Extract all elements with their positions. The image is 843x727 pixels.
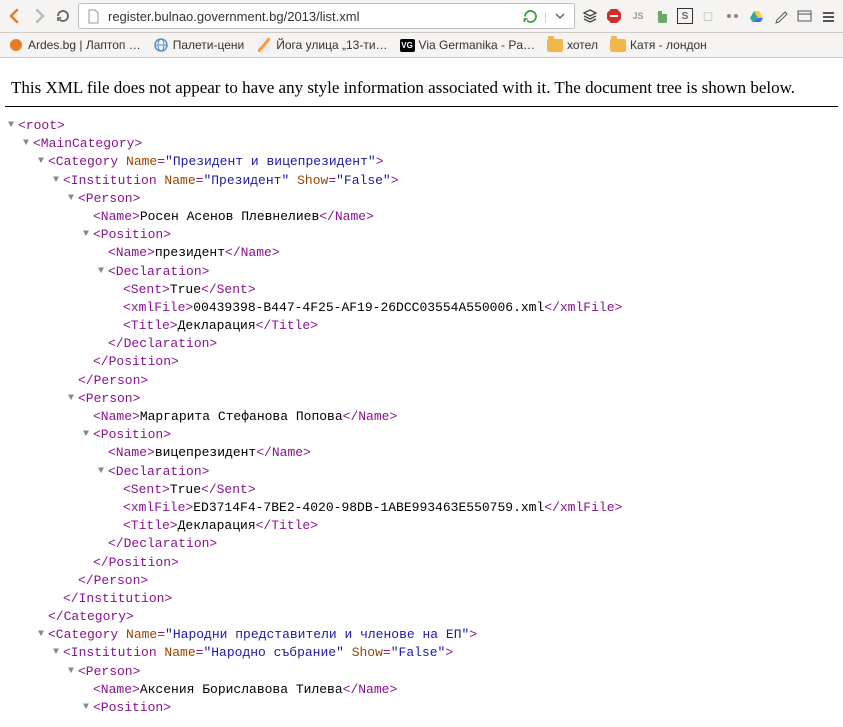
twisty-icon[interactable]: ▼ [23, 135, 33, 153]
xml-tag: <Person> [78, 390, 140, 408]
xml-tag: </Position> [93, 554, 179, 572]
forward-button[interactable] [30, 7, 48, 25]
page-icon [85, 8, 101, 24]
url-input[interactable] [106, 8, 518, 25]
ext-stack-icon[interactable] [581, 7, 599, 25]
ext-disabled-icon[interactable]: ◻ [699, 7, 717, 25]
address-bar[interactable]: | [78, 3, 575, 29]
twisty-icon[interactable]: ▼ [83, 699, 93, 717]
xml-element: <Title>Декларация</Title> [123, 517, 318, 535]
xml-tag: <Declaration> [108, 263, 209, 281]
back-button[interactable] [6, 7, 24, 25]
xml-tag: </Declaration> [108, 335, 217, 353]
globe-icon [153, 37, 169, 53]
bookmark-label: Палети-цени [173, 38, 245, 52]
gmaps-icon [256, 37, 272, 53]
bookmark-icon [8, 37, 24, 53]
ext-panel-icon[interactable] [795, 7, 813, 25]
twisty-icon[interactable]: ▼ [68, 390, 78, 408]
xml-element: <xmlFile>00439398-B447-4F25-AF19-26DCC03… [123, 299, 622, 317]
bookmark-label: хотел [567, 38, 598, 52]
bookmark-label: Йога улица „13-ти… [276, 38, 387, 52]
xml-tag: <Category Name="Президент и вицепрезиден… [48, 153, 384, 171]
xml-tag: <Institution Name="Народно събрание" Sho… [63, 644, 453, 662]
bookmark-label: Катя - лондон [630, 38, 707, 52]
xml-tag: <Position> [93, 226, 171, 244]
twisty-icon[interactable]: ▼ [83, 226, 93, 244]
ext-adblock-icon[interactable] [605, 7, 623, 25]
bookmark-item[interactable]: VG Via Germanika - Pa… [400, 38, 536, 52]
xml-element: <Name>Росен Асенов Плевнелиев</Name> [93, 208, 374, 226]
xml-element: <Name>вицепрезидент</Name> [108, 444, 311, 462]
xml-tag: <root> [18, 117, 65, 135]
xml-tag: </Position> [93, 353, 179, 371]
twisty-icon[interactable]: ▼ [53, 644, 63, 662]
bookmarks-bar: Ardes.bg | Лаптоп … Палети-цени Йога ули… [0, 33, 843, 58]
ext-s-icon[interactable]: S [677, 8, 693, 24]
xml-tag: </Person> [78, 572, 148, 590]
twisty-icon[interactable]: ▼ [38, 153, 48, 171]
bookmark-label: Via Germanika - Pa… [419, 38, 536, 52]
xml-element: <Sent>True</Sent> [123, 481, 256, 499]
xml-element: <Title>Декларация</Title> [123, 317, 318, 335]
bookmark-folder[interactable]: Катя - лондон [610, 37, 707, 53]
xml-tag: <Position> [93, 699, 171, 717]
xml-element: <Name>президент</Name> [108, 244, 280, 262]
xml-tag: <Person> [78, 190, 140, 208]
xml-element: <Sent>True</Sent> [123, 281, 256, 299]
bookmark-item[interactable]: Ardes.bg | Лаптоп … [8, 37, 141, 53]
xml-tag: </Declaration> [108, 535, 217, 553]
xml-tag: </Institution> [63, 590, 172, 608]
bookmark-item[interactable]: Палети-цени [153, 37, 245, 53]
ext-js-icon[interactable]: JS [629, 7, 647, 25]
bookmark-folder[interactable]: хотел [547, 37, 598, 53]
xml-tag: </Person> [78, 372, 148, 390]
vg-icon: VG [400, 39, 415, 52]
xml-element: <Name>Маргарита Стефанова Попова</Name> [93, 408, 397, 426]
twisty-icon[interactable]: ▼ [83, 426, 93, 444]
menu-button[interactable] [819, 7, 837, 25]
refresh-green-icon[interactable] [523, 8, 539, 24]
xml-tag: <Declaration> [108, 463, 209, 481]
twisty-icon[interactable]: ▼ [38, 626, 48, 644]
twisty-icon[interactable]: ▼ [68, 663, 78, 681]
separator: | [544, 9, 547, 23]
ext-drive-icon[interactable] [747, 7, 765, 25]
ext-eyedropper-icon[interactable] [771, 7, 789, 25]
xml-tag: <Position> [93, 426, 171, 444]
xml-tree: ▼<root> ▼<MainCategory> ▼<Category Name=… [0, 107, 843, 727]
twisty-icon[interactable]: ▼ [98, 263, 108, 281]
xml-tag: <Person> [78, 663, 140, 681]
xml-tag: <Institution Name="Президент" Show="Fals… [63, 172, 399, 190]
folder-icon [547, 37, 563, 53]
twisty-icon[interactable]: ▼ [98, 463, 108, 481]
twisty-icon[interactable]: ▼ [53, 172, 63, 190]
reload-button[interactable] [54, 7, 72, 25]
xml-style-message: This XML file does not appear to have an… [5, 68, 838, 107]
twisty-icon[interactable]: ▼ [8, 117, 18, 135]
bookmark-label: Ardes.bg | Лаптоп … [28, 38, 141, 52]
dropdown-icon[interactable] [552, 8, 568, 24]
bookmark-item[interactable]: Йога улица „13-ти… [256, 37, 387, 53]
twisty-icon[interactable]: ▼ [68, 190, 78, 208]
xml-element: <Name>Аксения Бориславова Тилева</Name> [93, 681, 397, 699]
xml-element: <xmlFile>ED3714F4-7BE2-4020-98DB-1ABE993… [123, 499, 622, 517]
xml-tag: </Category> [48, 608, 134, 626]
ext-dots-icon[interactable] [723, 7, 741, 25]
xml-tag: <Category Name="Народни представители и … [48, 626, 477, 644]
folder-icon [610, 37, 626, 53]
xml-tag: <MainCategory> [33, 135, 142, 153]
ext-evernote-icon[interactable] [653, 7, 671, 25]
